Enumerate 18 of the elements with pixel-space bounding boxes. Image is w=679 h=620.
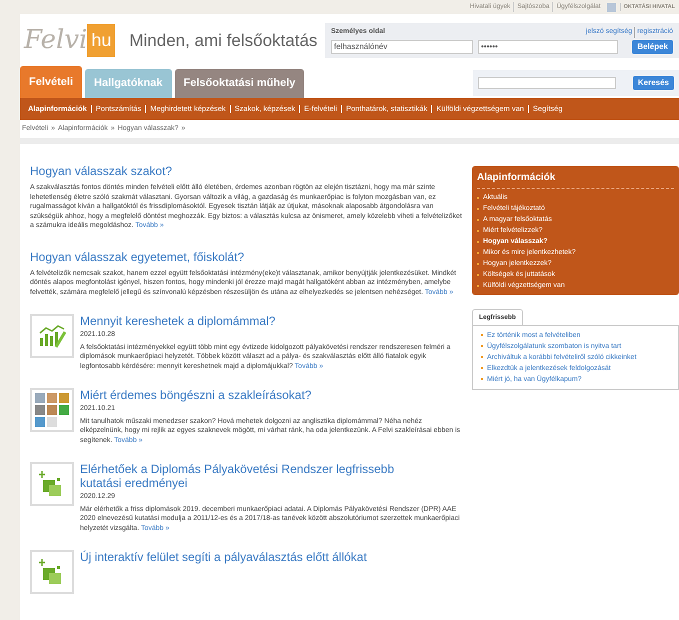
login-button[interactable]: Belépek [632, 40, 673, 54]
article-title[interactable]: Hogyan válasszak egyetemet, főiskolát? [30, 248, 462, 266]
bar-chart-icon [38, 324, 66, 348]
password-field[interactable]: •••••• [478, 40, 618, 54]
article-title[interactable]: Új interaktív felület segíti a pályaválasztás előtt állókat [80, 550, 397, 564]
search-button[interactable]: Keresés [632, 76, 674, 90]
photo-collage-placeholder [30, 388, 74, 432]
article-title[interactable]: Mennyit kereshetek a diplomámmal? [80, 314, 462, 328]
section-tab[interactable]: Felsőoktatási műhely [174, 69, 304, 98]
site-slogan: Minden, ami felsőoktatás [129, 30, 318, 52]
section-tab[interactable]: Felvételi [20, 66, 82, 98]
article-title[interactable]: Elérhetőek a Diplomás Pályakövetési Rendszer legfrissebb kutatási eredményei [80, 462, 462, 490]
sidebar-title: Alapinformációk [477, 170, 674, 189]
social-icon[interactable] [606, 2, 616, 12]
article-title[interactable]: Hogyan válasszak szakot? [30, 162, 462, 180]
article-title[interactable]: Miért érdemes böngészni a szakleírásokat? [80, 388, 462, 402]
username-field[interactable]: felhasználónév [331, 40, 473, 54]
search-field[interactable] [478, 77, 616, 89]
